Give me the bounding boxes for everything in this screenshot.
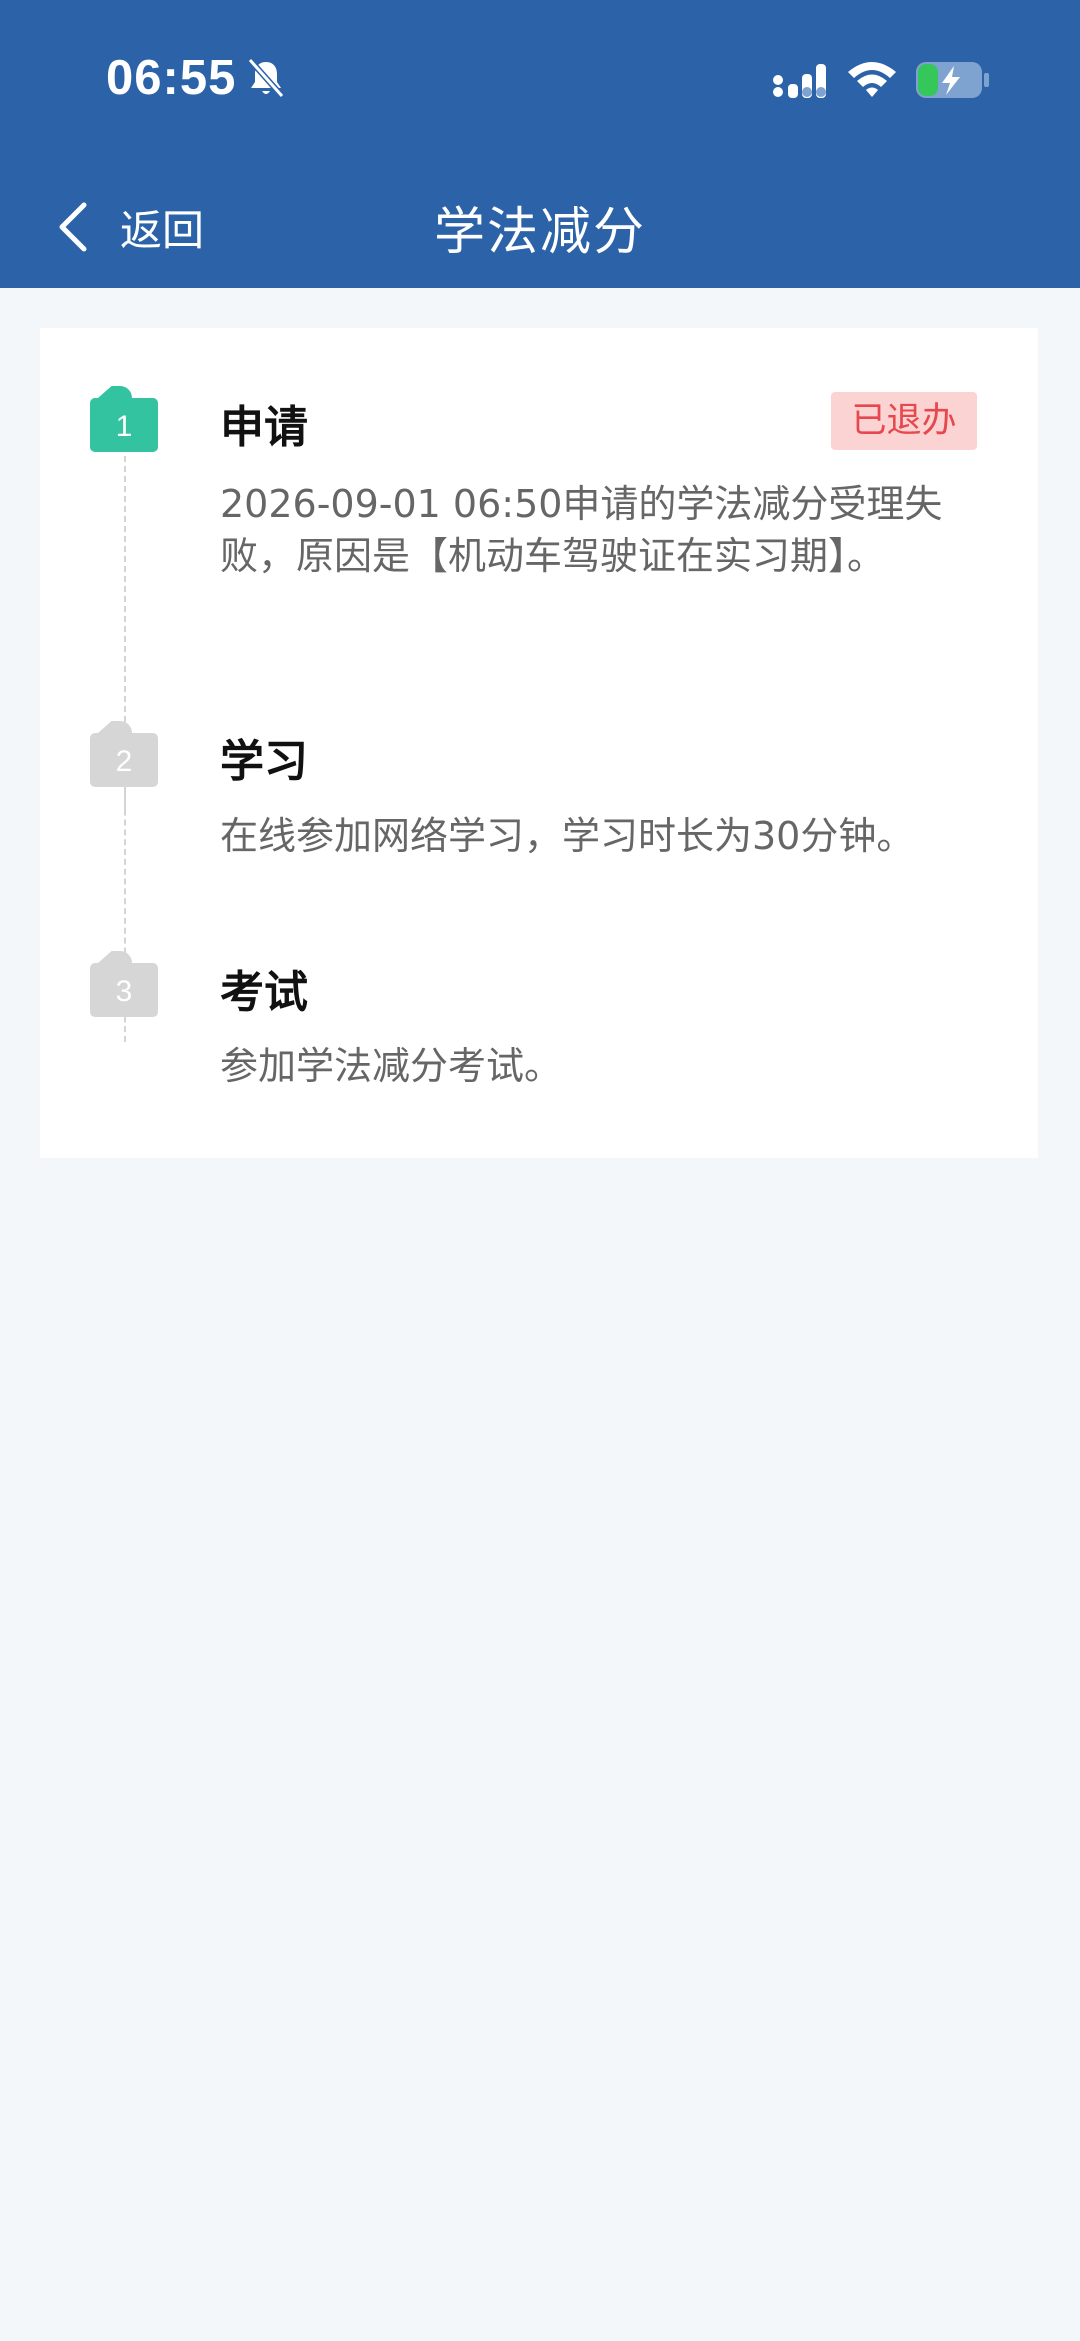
page-title: 学法减分 bbox=[433, 203, 646, 262]
step-title: 考试 bbox=[220, 967, 308, 1018]
step-number-badge: 1 bbox=[90, 398, 158, 452]
battery-charging-icon bbox=[916, 62, 989, 98]
step-number-badge: 3 bbox=[90, 963, 158, 1017]
step-description: 在线参加网络学习，学习时长为30分钟。 bbox=[220, 814, 915, 858]
wifi-icon bbox=[848, 62, 896, 97]
status-badge: 已退办 bbox=[831, 392, 977, 450]
step-number-badge: 2 bbox=[90, 733, 158, 787]
signal-icon bbox=[773, 64, 826, 98]
step-description: 参加学法减分考试。 bbox=[220, 1044, 563, 1088]
status-bar-time: 06:55 bbox=[106, 51, 237, 105]
step-description: 2026-09-01 06:50申请的学法减分受理失败，原因是【机动车驾驶证在实… bbox=[220, 482, 943, 578]
bell-slash-icon bbox=[247, 58, 285, 98]
app-header: 06:55 返回 学法减分 bbox=[0, 0, 1080, 288]
progress-card: 1 申请 已退办 2026-09-01 06:50申请的学法减分受理失败，原因是… bbox=[40, 328, 1038, 1158]
step-title: 申请 bbox=[220, 402, 308, 453]
step-title: 学习 bbox=[220, 736, 308, 787]
